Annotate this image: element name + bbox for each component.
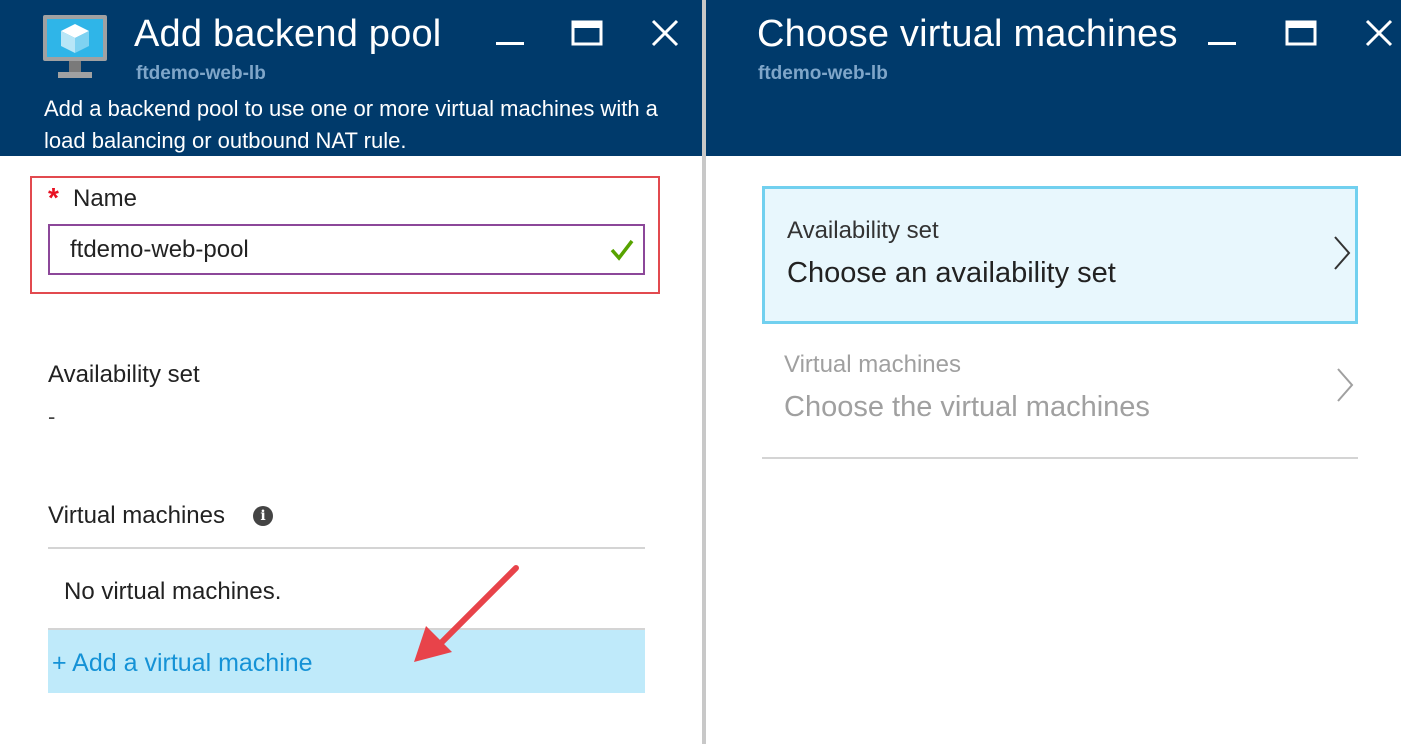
maximize-button[interactable] <box>1284 18 1318 52</box>
virtual-machines-picker[interactable]: Virtual machines Choose the virtual mach… <box>762 327 1358 459</box>
maximize-icon <box>571 20 603 46</box>
minimize-button[interactable] <box>1206 18 1240 52</box>
add-virtual-machine-button[interactable]: + Add a virtual machine <box>48 630 645 693</box>
blade-subtitle: ftdemo-web-lb <box>136 63 266 84</box>
availability-set-picker[interactable]: Availability set Choose an availability … <box>762 186 1358 324</box>
blade-subtitle: ftdemo-web-lb <box>758 63 888 84</box>
blade-title: Choose virtual machines <box>757 13 1178 55</box>
name-field <box>48 224 645 275</box>
picker-label: Availability set <box>787 217 939 244</box>
close-icon <box>1365 19 1393 47</box>
picker-value: Choose the virtual machines <box>784 391 1150 423</box>
name-input[interactable] <box>50 226 643 273</box>
minimize-icon <box>496 42 524 45</box>
red-arrow-annotation <box>414 565 519 662</box>
required-marker: * <box>48 182 59 213</box>
minimize-button[interactable] <box>494 18 528 52</box>
blade-header: Choose virtual machines ftdemo-web-lb <box>706 0 1401 156</box>
empty-vm-list-text: No virtual machines. <box>64 578 282 605</box>
maximize-icon <box>1285 20 1317 46</box>
name-label: Name <box>73 185 138 212</box>
blade-header: Add backend pool ftdemo-web-lb Add a bac… <box>0 0 702 156</box>
minimize-icon <box>1208 42 1236 45</box>
virtual-machines-label: Virtual machines <box>48 502 225 529</box>
virtual-machine-icon <box>42 14 108 82</box>
blade-title: Add backend pool <box>134 13 442 55</box>
checkmark-icon <box>610 239 634 261</box>
close-button[interactable] <box>648 18 682 52</box>
maximize-button[interactable] <box>570 18 604 52</box>
choose-virtual-machines-blade: Choose virtual machines ftdemo-web-lb Av… <box>706 0 1401 744</box>
chevron-right-icon <box>1337 368 1354 402</box>
picker-label: Virtual machines <box>784 351 961 378</box>
info-icon[interactable]: i <box>253 506 273 526</box>
close-button[interactable] <box>1362 18 1396 52</box>
availability-set-label: Availability set <box>48 361 200 388</box>
divider <box>48 547 645 549</box>
chevron-right-icon <box>1334 236 1351 270</box>
picker-value: Choose an availability set <box>787 257 1116 289</box>
add-virtual-machine-label: + Add a virtual machine <box>52 649 313 677</box>
availability-set-value: - <box>48 404 56 429</box>
close-icon <box>651 19 679 47</box>
add-backend-pool-blade: Add backend pool ftdemo-web-lb Add a bac… <box>0 0 702 744</box>
blade-description: Add a backend pool to use one or more vi… <box>44 96 658 153</box>
